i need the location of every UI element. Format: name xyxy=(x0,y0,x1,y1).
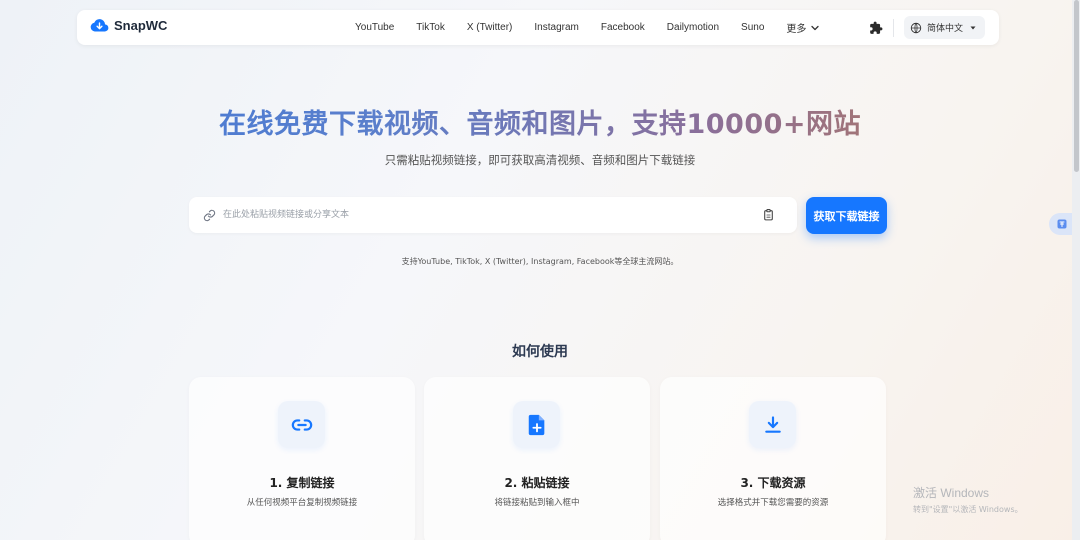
nav-link-dailymotion[interactable]: Dailymotion xyxy=(667,22,719,33)
step-title: 1. 复制链接 xyxy=(269,476,335,490)
cloud-download-icon xyxy=(90,19,109,32)
nav-divider xyxy=(892,18,894,37)
globe-icon xyxy=(910,22,922,33)
step-icon-box xyxy=(749,401,796,448)
step-title: 3. 下载资源 xyxy=(740,476,806,490)
step-card-download: 3. 下载资源 选择格式并下载您需要的资源 xyxy=(660,377,886,540)
nav-link-instagram[interactable]: Instagram xyxy=(534,22,578,33)
url-input[interactable] xyxy=(223,205,743,225)
watermark-title: 激活 Windows xyxy=(913,486,990,500)
chevron-down-icon xyxy=(811,25,820,30)
nav-more-label: 更多 xyxy=(786,24,807,35)
hero-title: 在线免费下载视频、音频和图片，支持10000+网站 xyxy=(0,102,1080,141)
nav-link-facebook[interactable]: Facebook xyxy=(601,22,645,33)
windows-activation-watermark: 激活 Windows 转到"设置"以激活 Windows。 xyxy=(913,484,1023,515)
download-icon xyxy=(764,415,781,433)
top-navbar: SnapWC YouTube TikTok X (Twitter) Instag… xyxy=(77,10,999,45)
nav-links: YouTube TikTok X (Twitter) Instagram Fac… xyxy=(355,10,820,45)
logo[interactable]: SnapWC xyxy=(90,18,167,33)
nav-right: 简体中文 xyxy=(869,16,985,39)
caret-down-icon xyxy=(970,26,976,29)
nav-link-twitter[interactable]: X (Twitter) xyxy=(467,22,513,33)
hero-subtitle: 只需粘贴视频链接，即可获取高清视频、音频和图片下载链接 xyxy=(384,153,696,167)
link-icon xyxy=(203,209,216,222)
translate-icon xyxy=(1057,219,1067,229)
step-desc: 从任何视频平台复制视频链接 xyxy=(246,498,358,508)
how-to-title: 如何使用 xyxy=(512,344,568,360)
brand-name: SnapWC xyxy=(114,18,168,33)
nav-more-dropdown[interactable]: 更多 xyxy=(786,20,820,35)
link-icon xyxy=(291,418,312,431)
step-icon-box xyxy=(278,401,325,448)
watermark-subtitle: 转到"设置"以激活 Windows。 xyxy=(913,505,1023,514)
puzzle-extension-icon[interactable] xyxy=(869,21,883,35)
nav-link-youtube[interactable]: YouTube xyxy=(355,22,394,33)
step-desc: 选择格式并下载您需要的资源 xyxy=(717,498,829,508)
step-desc: 将链接粘贴到输入框中 xyxy=(494,498,580,508)
step-title: 2. 粘贴链接 xyxy=(504,476,570,490)
step-card-copy: 1. 复制链接 从任何视频平台复制视频链接 xyxy=(189,377,415,540)
language-label: 简体中文 xyxy=(926,24,963,34)
scrollbar-thumb[interactable] xyxy=(1074,0,1079,172)
supported-sites-text: 支持YouTube, TikTok, X (Twitter), Instagra… xyxy=(401,257,679,266)
url-input-box xyxy=(189,197,797,233)
nav-link-suno[interactable]: Suno xyxy=(741,22,764,33)
file-plus-icon xyxy=(528,414,544,435)
page-scrollbar[interactable] xyxy=(1072,0,1080,540)
step-card-paste: 2. 粘贴链接 将链接粘贴到输入框中 xyxy=(424,377,650,540)
nav-link-tiktok[interactable]: TikTok xyxy=(416,22,445,33)
step-icon-box xyxy=(513,401,560,448)
clipboard-paste-icon[interactable] xyxy=(762,208,775,222)
language-selector[interactable]: 简体中文 xyxy=(903,16,985,39)
get-download-link-button[interactable]: 获取下载链接 xyxy=(806,197,887,234)
